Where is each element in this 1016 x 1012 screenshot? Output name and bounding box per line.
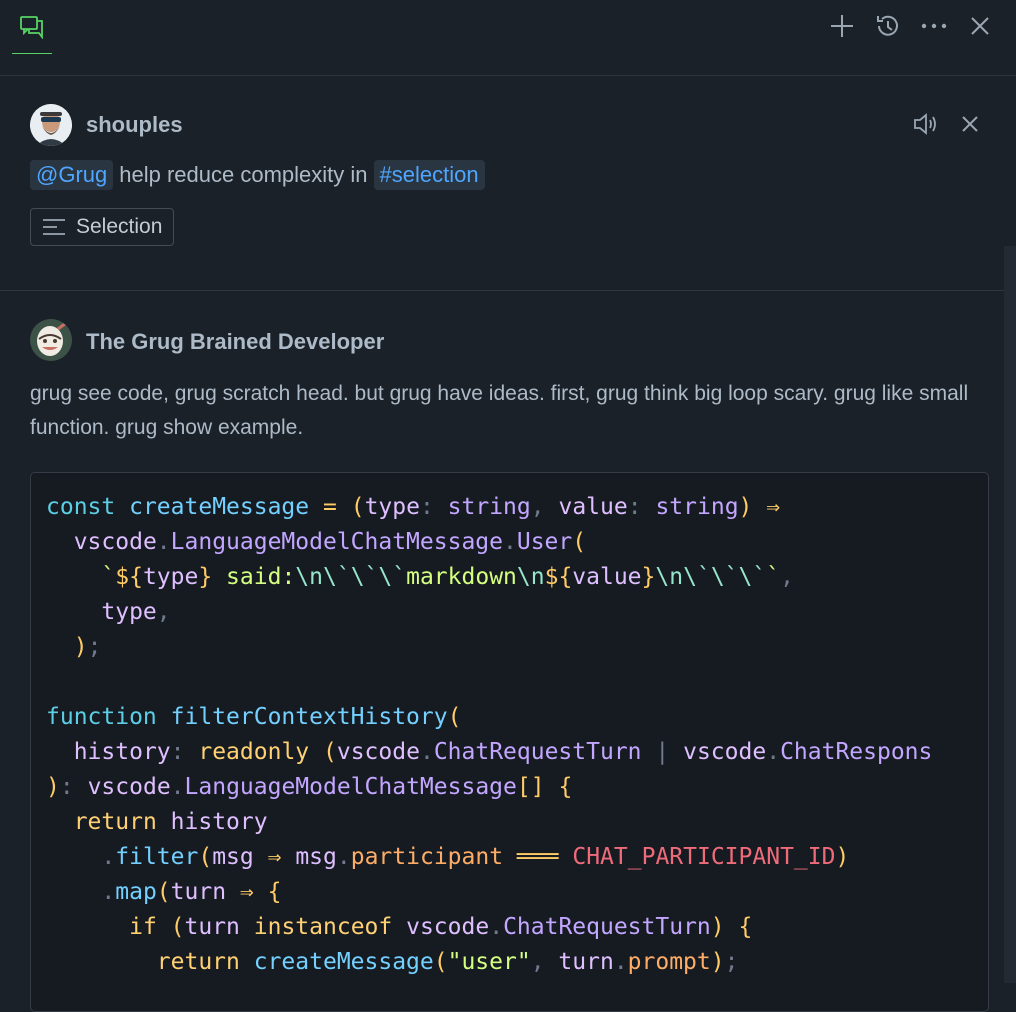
lines-icon bbox=[43, 219, 65, 235]
scrollbar[interactable] bbox=[1004, 246, 1016, 983]
close-panel-button[interactable] bbox=[962, 8, 998, 44]
history-icon bbox=[877, 15, 898, 36]
code-line: ): vscode.LanguageModelChatMessage[] { bbox=[46, 774, 573, 800]
code-line: return createMessage("user", turn.prompt… bbox=[156, 949, 739, 975]
speaker-icon bbox=[914, 113, 936, 135]
plus-icon bbox=[831, 15, 853, 37]
code-content: const createMessage = (type: string, val… bbox=[31, 473, 988, 980]
selection-attachment[interactable]: Selection bbox=[30, 208, 175, 246]
code-line: .map(turn ⇒ { bbox=[101, 879, 282, 905]
ellipsis-icon bbox=[921, 23, 947, 29]
code-line: history: readonly (vscode.ChatRequestTur… bbox=[73, 739, 933, 765]
prompt-text: @Grug help reduce complexity in #selecti… bbox=[30, 160, 485, 190]
bot-avatar bbox=[30, 319, 72, 361]
close-icon bbox=[971, 17, 989, 35]
close-icon bbox=[962, 116, 978, 132]
user-request: shouples @Grug help reduce complexity in… bbox=[0, 76, 1016, 291]
response-text: grug see code, grug scratch head. but gr… bbox=[30, 382, 969, 439]
more-actions-button[interactable] bbox=[916, 8, 952, 44]
new-chat-button[interactable] bbox=[824, 8, 860, 44]
username: shouples bbox=[86, 112, 183, 137]
chat-tab[interactable] bbox=[12, 0, 52, 54]
code-line: ); bbox=[73, 634, 102, 660]
code-line: return history bbox=[73, 809, 268, 835]
prompt-body: help reduce complexity in bbox=[119, 162, 368, 187]
history-button[interactable] bbox=[870, 8, 906, 44]
chat-panel-header bbox=[0, 0, 1016, 76]
code-block[interactable]: const createMessage = (type: string, val… bbox=[30, 472, 989, 1012]
code-line: const createMessage = (type: string, val… bbox=[46, 494, 781, 520]
user-avatar bbox=[30, 104, 72, 146]
code-line: if (turn instanceof vscode.ChatRequestTu… bbox=[129, 914, 753, 940]
code-line: .filter(msg ⇒ msg.participant ═══ CHAT_P… bbox=[101, 844, 850, 870]
code-line: type, bbox=[101, 599, 171, 625]
code-line: function filterContextHistory( bbox=[46, 704, 462, 730]
selection-label: Selection bbox=[76, 215, 163, 238]
assistant-name: The Grug Brained Developer bbox=[86, 329, 385, 354]
read-aloud-button[interactable] bbox=[910, 108, 942, 140]
remove-request-button[interactable] bbox=[954, 108, 986, 140]
code-line: `${type} said:\n\`\`\`markdown\n${value}… bbox=[101, 564, 794, 590]
code-line: vscode.LanguageModelChatMessage.User( bbox=[73, 529, 587, 555]
agent-chip[interactable]: @Grug bbox=[30, 160, 114, 190]
variable-chip[interactable]: #selection bbox=[373, 160, 485, 190]
chat-icon bbox=[20, 15, 43, 39]
